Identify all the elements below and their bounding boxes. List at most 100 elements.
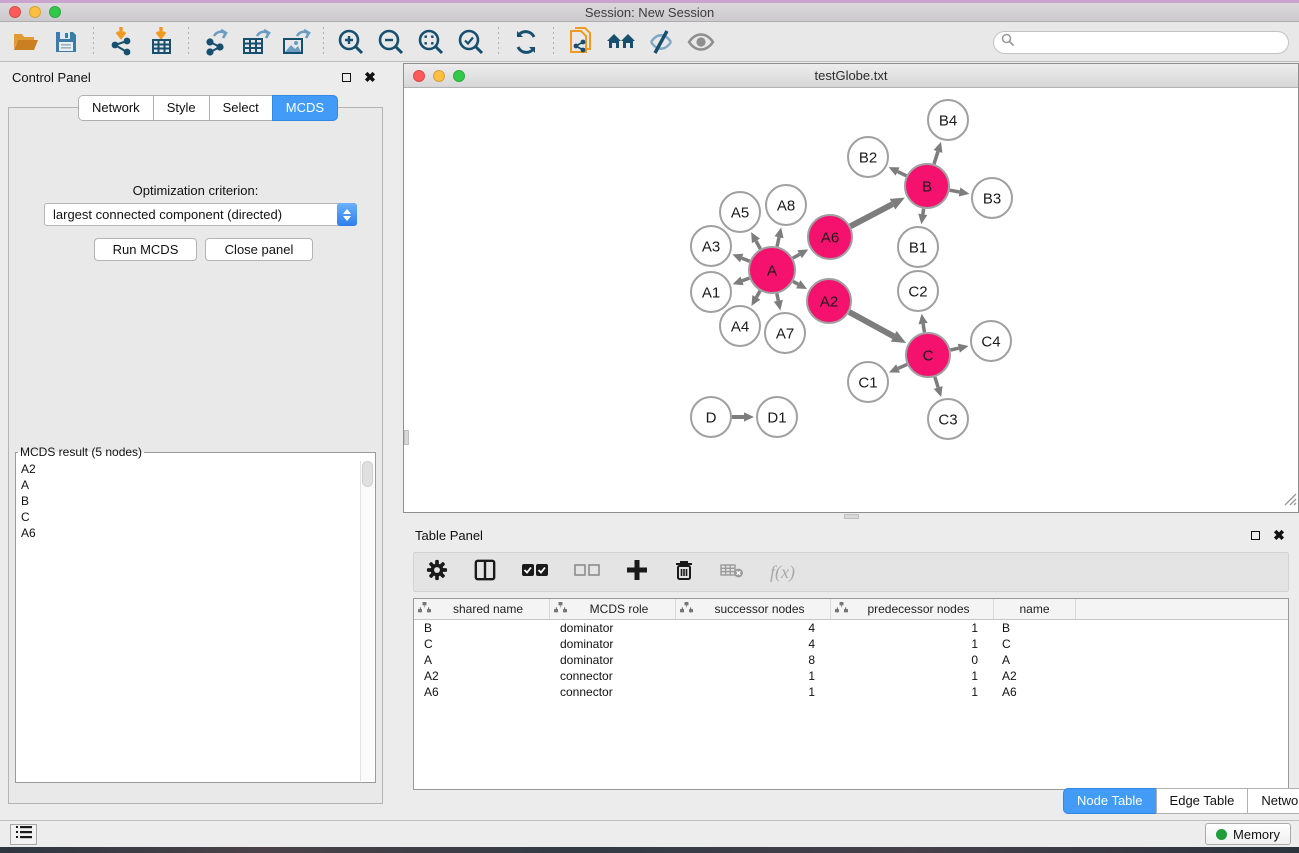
table-cell[interactable] [1076, 652, 1288, 668]
table-row[interactable]: Cdominator41C [414, 636, 1288, 652]
zoom-out-button[interactable] [371, 25, 411, 59]
select-all-button[interactable] [522, 563, 548, 582]
edge-B-B4[interactable] [934, 151, 938, 164]
zoom-selected-button[interactable] [451, 25, 491, 59]
scrollbar-thumb[interactable] [362, 461, 373, 487]
table-row[interactable]: Bdominator41B [414, 620, 1288, 636]
edge-C-C2[interactable] [923, 324, 924, 333]
float-panel-button[interactable] [338, 69, 354, 85]
table-cell[interactable]: A2 [414, 668, 550, 684]
table-cell[interactable] [1076, 636, 1288, 652]
table-cell[interactable]: 1 [831, 684, 994, 700]
app-titlebar[interactable]: Session: New Session [0, 3, 1299, 22]
close-panel-button-mcds[interactable]: Close panel [205, 238, 313, 261]
edge-A-A4[interactable] [756, 291, 760, 298]
edge-A-A3[interactable] [742, 258, 750, 261]
edge-A6-B[interactable] [850, 204, 892, 226]
deselect-all-button[interactable] [574, 563, 600, 582]
column-settings-button[interactable] [426, 559, 448, 586]
network-graph[interactable]: B4B2BB3A5A8A6A3B1AA1C2A2A4A7C4CC1DD1C3 [404, 88, 1298, 512]
column-header-mcds-role[interactable]: MCDS role [550, 599, 676, 619]
delete-column-button[interactable] [674, 559, 694, 586]
resize-grip-icon[interactable] [1284, 493, 1297, 511]
network-window-titlebar[interactable]: testGlobe.txt [404, 64, 1298, 88]
edge-B-B1[interactable] [923, 209, 924, 215]
table-cell[interactable]: 1 [676, 668, 831, 684]
mcds-result-item[interactable]: A2 [17, 461, 360, 477]
edge-C-C1[interactable] [898, 364, 907, 368]
table-row[interactable]: A2connector11A2 [414, 668, 1288, 684]
search-field[interactable] [993, 31, 1289, 54]
zoom-in-button[interactable] [331, 25, 371, 59]
tab-style[interactable]: Style [153, 95, 210, 121]
tab-edge-table[interactable]: Edge Table [1156, 788, 1249, 814]
edge-A-A5[interactable] [756, 241, 760, 249]
table-cell[interactable]: B [994, 620, 1076, 636]
tab-node-table[interactable]: Node Table [1063, 788, 1157, 814]
table-cell[interactable]: 1 [831, 668, 994, 684]
network-canvas[interactable]: B4B2BB3A5A8A6A3B1AA1C2A2A4A7C4CC1DD1C3 [404, 88, 1298, 512]
search-input[interactable] [1015, 36, 1288, 50]
table-cell[interactable]: A2 [994, 668, 1076, 684]
first-neighbors-button[interactable] [601, 25, 641, 59]
apply-layout-button[interactable] [506, 25, 546, 59]
run-mcds-button[interactable]: Run MCDS [94, 238, 197, 261]
edge-C-C4[interactable] [950, 348, 958, 350]
tab-mcds[interactable]: MCDS [272, 95, 338, 121]
zoom-fit-button[interactable] [411, 25, 451, 59]
mcds-result-item[interactable]: C [17, 509, 360, 525]
table-cell[interactable]: 1 [831, 620, 994, 636]
close-panel-button[interactable]: ✖ [362, 69, 378, 85]
table-cell[interactable]: C [994, 636, 1076, 652]
table-cell[interactable]: dominator [550, 636, 676, 652]
mcds-result-item[interactable]: A [17, 477, 360, 493]
table-cell[interactable]: 0 [831, 652, 994, 668]
table-cell[interactable]: C [414, 636, 550, 652]
table-cell[interactable]: 1 [831, 636, 994, 652]
export-image-button[interactable] [276, 25, 316, 59]
table-cell[interactable]: A [994, 652, 1076, 668]
edge-B-B2[interactable] [898, 172, 907, 176]
table-cell[interactable]: connector [550, 668, 676, 684]
tab-network[interactable]: Network [78, 95, 154, 121]
table-row[interactable]: Adominator80A [414, 652, 1288, 668]
import-table-button[interactable] [141, 25, 181, 59]
edge-B-B3[interactable] [950, 190, 960, 192]
table-cell[interactable] [1076, 684, 1288, 700]
mcds-result-item[interactable]: B [17, 493, 360, 509]
edge-C-C3[interactable] [935, 377, 938, 388]
column-header-shared-name[interactable]: shared name [414, 599, 550, 619]
float-table-panel-button[interactable] [1247, 527, 1263, 543]
table-cell[interactable]: A6 [414, 684, 550, 700]
edge-A-A2[interactable] [793, 281, 798, 284]
export-table-button[interactable] [236, 25, 276, 59]
column-header-successor-nodes[interactable]: successor nodes [676, 599, 831, 619]
table-cell[interactable]: A [414, 652, 550, 668]
table-cell[interactable]: dominator [550, 620, 676, 636]
result-scrollbar[interactable] [360, 461, 374, 781]
hide-graphics-details-button[interactable] [641, 25, 681, 59]
column-header-predecessor-nodes[interactable]: predecessor nodes [831, 599, 994, 619]
table-cell[interactable]: 8 [676, 652, 831, 668]
table-cell[interactable] [1076, 668, 1288, 684]
show-columns-button[interactable] [474, 559, 496, 586]
table-cell[interactable]: B [414, 620, 550, 636]
show-panel-menu-button[interactable] [10, 824, 37, 845]
table-cell[interactable] [1076, 620, 1288, 636]
table-cell[interactable]: 4 [676, 636, 831, 652]
add-column-button[interactable] [626, 559, 648, 586]
splitter-handle-vertical[interactable] [404, 430, 409, 445]
edge-A-A1[interactable] [742, 278, 749, 281]
function-builder-button[interactable]: f(x) [770, 562, 795, 583]
mcds-result-item[interactable]: A6 [17, 525, 360, 541]
table-cell[interactable]: connector [550, 684, 676, 700]
table-cell[interactable]: 1 [676, 684, 831, 700]
edge-A-A6[interactable] [793, 254, 800, 258]
new-network-from-selection-button[interactable] [561, 25, 601, 59]
memory-button[interactable]: Memory [1205, 823, 1291, 845]
table-cell[interactable]: A6 [994, 684, 1076, 700]
close-table-panel-button[interactable]: ✖ [1271, 527, 1287, 543]
open-session-button[interactable] [6, 25, 46, 59]
show-graphics-details-button[interactable] [681, 25, 721, 59]
export-network-button[interactable] [196, 25, 236, 59]
